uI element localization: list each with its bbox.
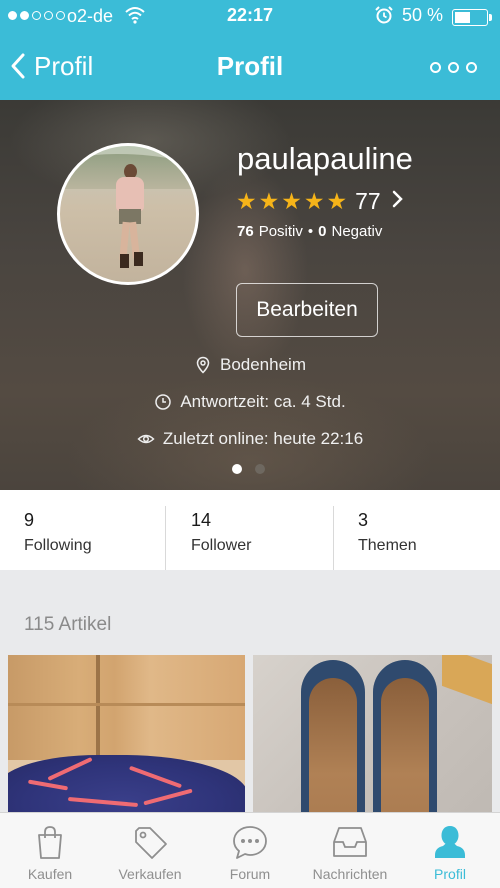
tab-kaufen[interactable]: Kaufen <box>0 813 100 888</box>
stat-value: 14 <box>191 510 212 530</box>
stat-topics[interactable]: 3 Themen <box>333 506 500 570</box>
location-text: Bodenheim <box>219 355 306 374</box>
location-pin-icon <box>196 356 210 374</box>
tab-profil[interactable]: Profil <box>400 813 500 888</box>
stats-bar: 9 Following 14 Follower 3 Themen <box>0 490 500 570</box>
battery-icon <box>452 9 492 26</box>
eye-icon <box>137 434 155 444</box>
last-online-text: Zuletzt online: heute 22:16 <box>162 429 364 448</box>
last-online-row: Zuletzt online: heute 22:16 <box>0 429 500 449</box>
shopping-bag-icon <box>38 826 62 859</box>
response-time-row: Antwortzeit: ca. 4 Std. <box>0 392 500 412</box>
page-dot[interactable] <box>255 464 265 474</box>
more-options-button[interactable] <box>430 56 480 78</box>
more-dot-icon <box>430 61 441 73</box>
price-tag-icon <box>135 827 167 859</box>
star-icon: ★ <box>303 187 325 214</box>
stat-label: Follower <box>191 537 252 554</box>
articles-title: 115 Artikel <box>24 614 112 635</box>
bullet-separator: • <box>307 223 314 240</box>
article-thumbnail[interactable] <box>253 655 492 815</box>
stat-label: Themen <box>358 537 417 554</box>
rating-count: 77 <box>355 187 381 214</box>
tab-label: Kaufen <box>27 866 73 882</box>
location-row: Bodenheim <box>0 355 500 375</box>
chat-bubble-icon <box>233 826 267 859</box>
status-bar: o2-de 22:17 50 % <box>0 0 500 34</box>
inbox-icon <box>333 827 367 857</box>
page-title: Profil <box>216 51 284 81</box>
avatar[interactable] <box>57 143 199 285</box>
star-icon: ★ <box>236 187 257 214</box>
tab-label: Profil <box>434 866 466 882</box>
person-icon <box>435 826 465 858</box>
star-icon: ★ <box>326 187 348 214</box>
positive-count: 76 <box>237 223 254 240</box>
chevron-left-icon <box>11 53 25 79</box>
tab-verkaufen[interactable]: Verkaufen <box>100 813 200 888</box>
tab-nachrichten[interactable]: Nachrichten <box>300 813 400 888</box>
clock-icon <box>155 394 172 410</box>
stat-label: Following <box>24 537 92 554</box>
more-dot-icon <box>466 61 477 73</box>
star-rating: ★ ★ ★ ★ ★ <box>236 188 347 215</box>
tab-label: Nachrichten <box>312 866 388 882</box>
stat-value: 3 <box>358 510 369 530</box>
back-button[interactable]: Profil <box>10 48 93 84</box>
stat-value: 9 <box>24 510 35 530</box>
article-thumbnail[interactable] <box>8 655 245 815</box>
back-button-label: Profil <box>34 50 94 81</box>
page-dot[interactable] <box>232 464 242 474</box>
profile-header: paulapauline ★ ★ ★ ★ ★ 77 76 Positiv • 0 Neg… <box>0 100 500 490</box>
more-dot-icon <box>448 61 459 73</box>
rating-summary[interactable]: ★ ★ ★ ★ ★ 77 <box>236 187 403 215</box>
tab-label: Forum <box>229 866 271 882</box>
page-indicator[interactable] <box>232 464 265 474</box>
chevron-right-icon <box>391 188 403 214</box>
stat-follower[interactable]: 14 Follower <box>166 505 333 569</box>
star-icon: ★ <box>258 187 280 214</box>
response-time-text: Antwortzeit: ca. 4 Std. <box>180 392 346 411</box>
tab-forum[interactable]: Forum <box>200 813 300 888</box>
feedback-counts: 76 Positiv • 0 Negativ <box>237 223 382 240</box>
alarm-clock-icon <box>374 5 394 30</box>
top-bar: o2-de 22:17 50 % Profil Profil <box>0 0 500 100</box>
edit-profile-button[interactable]: Bearbeiten <box>236 283 378 337</box>
battery-percentage: 50 % <box>402 5 444 25</box>
tab-label: Verkaufen <box>118 866 182 882</box>
star-icon: ★ <box>281 187 302 214</box>
negative-count: 0 <box>318 223 327 240</box>
username: paulapauline <box>237 141 413 176</box>
stat-following[interactable]: 9 Following <box>0 506 166 570</box>
negative-label: Negativ <box>331 223 383 240</box>
positive-label: Positiv <box>258 223 303 240</box>
tab-bar: Kaufen Verkaufen Forum Nachrichten Profi… <box>0 812 500 888</box>
